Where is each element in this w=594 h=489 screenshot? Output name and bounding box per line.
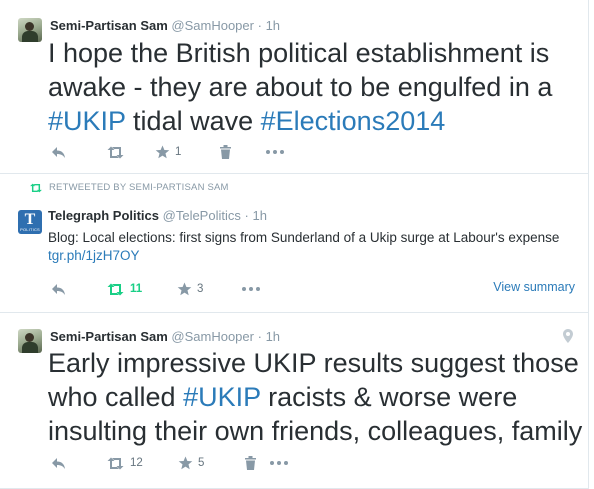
tweet-timestamp[interactable]: 1h	[266, 329, 280, 344]
avatar[interactable]	[18, 18, 42, 42]
reply-icon	[52, 146, 65, 158]
retweeted-tweet-item[interactable]: RETWEETED BY SEMI-PARTISAN SAM T POLITIC…	[0, 174, 589, 313]
favorite-star-icon	[155, 145, 170, 159]
view-summary-link[interactable]: View summary	[493, 280, 575, 294]
favorite-star-icon	[177, 282, 192, 296]
hashtag-link[interactable]: #UKIP	[183, 382, 261, 412]
tweet-actions: 1	[48, 143, 298, 161]
author-name[interactable]: Telegraph Politics	[48, 208, 159, 223]
favorite-button[interactable]: 5	[178, 454, 204, 472]
delete-button[interactable]	[245, 454, 256, 472]
retweeted-by-label[interactable]: RETWEETED BY SEMI-PARTISAN SAM	[49, 182, 229, 193]
retweet-button[interactable]: 12	[106, 454, 143, 472]
author-handle[interactable]: @SamHooper	[171, 329, 254, 344]
avatar[interactable]: T POLITICS	[18, 210, 42, 234]
retweet-icon	[30, 183, 42, 192]
tweet-timestamp[interactable]: 1h	[252, 208, 266, 223]
tweet-timeline: Semi-Partisan Sam @SamHooper · 1h I hope…	[0, 0, 589, 489]
delete-trash-icon	[220, 145, 231, 159]
tweet-url-link[interactable]: tgr.ph/1jzH7OY	[48, 248, 140, 263]
separator-dot: ·	[244, 208, 249, 223]
favorite-button[interactable]: 3	[177, 280, 203, 298]
tweet-actions: 12 5	[48, 454, 298, 472]
tweet-text-segment: tidal wave	[125, 106, 261, 136]
favorite-button[interactable]: 1	[155, 143, 181, 161]
more-options-icon	[242, 287, 260, 291]
more-options-button[interactable]	[270, 454, 288, 472]
retweeted-by-banner: RETWEETED BY SEMI-PARTISAN SAM	[29, 182, 229, 193]
delete-button[interactable]	[220, 143, 231, 161]
reply-button[interactable]	[51, 280, 66, 298]
tweet-text: Early impressive UKIP results suggest th…	[48, 346, 583, 448]
favorite-count: 3	[197, 283, 204, 295]
favorite-count: 1	[175, 146, 182, 158]
delete-trash-icon	[245, 456, 256, 470]
retweet-icon	[107, 283, 124, 295]
tweet-header: Semi-Partisan Sam @SamHooper · 1h	[50, 329, 280, 345]
retweet-icon	[107, 457, 124, 469]
favorite-count: 5	[198, 457, 205, 469]
author-name[interactable]: Semi-Partisan Sam	[50, 329, 168, 344]
favorite-star-icon	[178, 456, 193, 470]
hashtag-link[interactable]: #Elections2014	[261, 106, 446, 136]
author-name[interactable]: Semi-Partisan Sam	[50, 18, 168, 33]
retweet-count: 11	[130, 283, 143, 295]
tweet-text-segment: I hope the British political establishme…	[48, 38, 553, 102]
reply-button[interactable]	[51, 454, 66, 472]
tweet-timestamp[interactable]: 1h	[266, 18, 280, 33]
tweet-header: Telegraph Politics @TelePolitics · 1h	[48, 208, 267, 224]
retweet-button[interactable]	[106, 143, 130, 161]
reply-button[interactable]	[51, 143, 66, 161]
tweet-text: I hope the British political establishme…	[48, 36, 583, 138]
reply-icon	[52, 283, 65, 295]
location-pin-icon	[563, 329, 573, 343]
more-options-button[interactable]	[242, 280, 260, 298]
avatar-logo-letter: T	[24, 211, 36, 228]
more-options-icon	[266, 150, 284, 154]
avatar[interactable]	[18, 329, 42, 353]
author-handle[interactable]: @TelePolitics	[163, 208, 241, 223]
more-options-icon	[270, 461, 288, 465]
retweet-button[interactable]: 11	[106, 280, 142, 298]
reply-icon	[52, 457, 65, 469]
retweet-icon	[107, 146, 124, 158]
retweet-count: 12	[130, 457, 143, 469]
separator-dot: ·	[257, 18, 262, 33]
more-options-button[interactable]	[266, 143, 284, 161]
tweet-item[interactable]: Semi-Partisan Sam @SamHooper · 1h Early …	[0, 313, 589, 489]
tweet-item[interactable]: Semi-Partisan Sam @SamHooper · 1h I hope…	[0, 0, 589, 174]
separator-dot: ·	[257, 329, 262, 344]
tweet-text: Blog: Local elections: first signs from …	[48, 229, 583, 265]
hashtag-link[interactable]: #UKIP	[48, 106, 126, 136]
avatar-logo-subtext: POLITICS	[20, 227, 40, 232]
author-handle[interactable]: @SamHooper	[171, 18, 254, 33]
tweet-text-segment: Blog: Local elections: first signs from …	[48, 230, 560, 245]
tweet-header: Semi-Partisan Sam @SamHooper · 1h	[50, 18, 280, 34]
tweet-actions: 11 3	[48, 280, 298, 298]
